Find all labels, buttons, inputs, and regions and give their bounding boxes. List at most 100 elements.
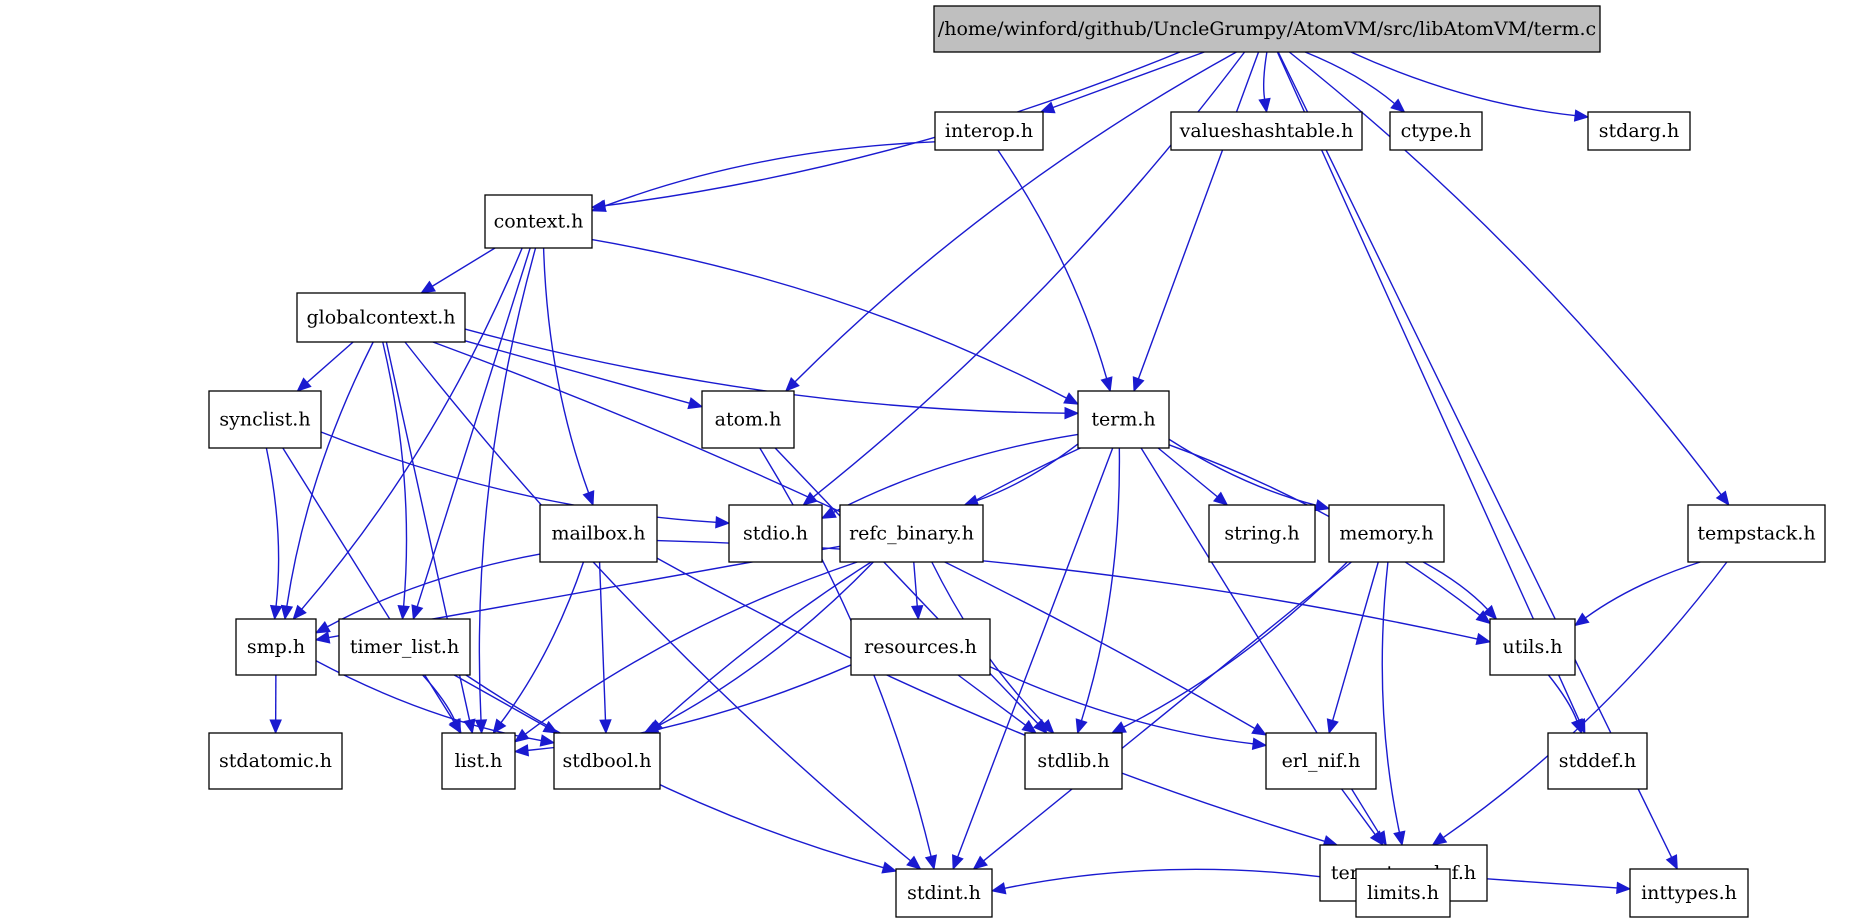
- edge-line: [500, 561, 585, 724]
- edge-term-to-memory: [1168, 438, 1331, 512]
- node-stdbool[interactable]: stdbool.h: [553, 732, 661, 790]
- node-timer-list[interactable]: timer_list.h: [338, 618, 471, 676]
- arrowhead-icon: [1715, 490, 1730, 507]
- edge-line: [1585, 561, 1701, 619]
- edge-memory-to-utils: [1422, 561, 1498, 620]
- arrowhead-icon: [269, 719, 282, 735]
- edge-refc_binary-to-list: [513, 561, 858, 743]
- edge-root-to-valueshashtable: [1258, 51, 1271, 114]
- node-stdio[interactable]: stdio.h: [728, 504, 823, 563]
- edge-line: [265, 447, 280, 607]
- arrowhead-icon: [1665, 854, 1678, 871]
- edge-line: [1442, 561, 1728, 839]
- node-label: tempstack.h: [1697, 523, 1815, 545]
- edge-term-to-string: [1157, 447, 1229, 506]
- edge-timer_list-to-list: [422, 674, 461, 735]
- arrowhead-icon: [1212, 491, 1229, 506]
- arrowhead-icon: [1132, 376, 1145, 393]
- arrowhead-icon: [463, 718, 476, 735]
- node-string[interactable]: string.h: [1208, 504, 1316, 563]
- edge-globalcontext-to-stdint: [404, 341, 922, 870]
- node-globalcontext[interactable]: globalcontext.h: [296, 292, 466, 343]
- node-label: context.h: [494, 211, 584, 233]
- arrowhead-icon: [924, 854, 938, 871]
- arrowhead-icon: [952, 854, 964, 871]
- node-stddef[interactable]: stddef.h: [1547, 732, 1648, 790]
- node-label: memory.h: [1339, 523, 1433, 545]
- node-smp[interactable]: smp.h: [235, 618, 317, 676]
- node-refc-binary[interactable]: refc_binary.h: [839, 504, 984, 563]
- edge-line: [1422, 561, 1489, 610]
- node-label: timer_list.h: [350, 636, 459, 658]
- arrowhead-icon: [1475, 632, 1492, 646]
- edge-line: [1168, 438, 1317, 507]
- edge-utils-to-stddef: [1547, 674, 1583, 735]
- arrowhead-icon: [411, 604, 424, 621]
- arrowhead-icon: [314, 631, 331, 644]
- arrowhead-icon: [269, 604, 283, 621]
- edge-line: [542, 247, 590, 494]
- arrowhead-icon: [1573, 109, 1590, 122]
- edge-term_typedef-to-stdint: [990, 868, 1321, 895]
- node-interop[interactable]: interop.h: [934, 111, 1044, 151]
- edge-smp-to-stdatomic: [269, 674, 282, 735]
- node-label: globalcontext.h: [306, 307, 455, 329]
- node-label: term.h: [1091, 409, 1155, 431]
- node-synclist[interactable]: synclist.h: [208, 390, 322, 449]
- edge-term-to-stdbool: [648, 447, 1081, 734]
- arrowhead-icon: [539, 734, 556, 747]
- node-label: valueshashtable.h: [1179, 120, 1354, 142]
- edge-line: [453, 674, 547, 728]
- node-mailbox[interactable]: mailbox.h: [539, 504, 658, 563]
- arrowhead-icon: [1258, 97, 1271, 114]
- node-label: synclist.h: [219, 409, 310, 431]
- node-ctype[interactable]: ctype.h: [1389, 111, 1483, 151]
- edge-line: [306, 341, 354, 383]
- node-label: list.h: [455, 750, 503, 772]
- edge-refc_binary-to-resources: [910, 561, 924, 621]
- node-stdlib[interactable]: stdlib.h: [1024, 732, 1123, 790]
- edge-line: [1262, 51, 1268, 100]
- node-limits[interactable]: limits.h: [1355, 868, 1451, 918]
- node-inttypes[interactable]: inttypes.h: [1629, 868, 1749, 918]
- node-stdarg[interactable]: stdarg.h: [1587, 111, 1691, 151]
- edge-line: [774, 447, 1039, 725]
- arrowhead-icon: [687, 397, 704, 410]
- edge-memory-to-stdlib: [1110, 561, 1348, 734]
- edge-tempstack-to-term_typedef: [1431, 561, 1728, 846]
- arrowhead-icon: [1573, 612, 1590, 627]
- edge-root-to-ctype: [1304, 51, 1406, 113]
- node-atom[interactable]: atom.h: [701, 390, 795, 449]
- edge-root-to-term: [1132, 51, 1260, 393]
- edge-line: [1137, 51, 1260, 380]
- node-tempstack[interactable]: tempstack.h: [1687, 504, 1826, 563]
- arrowhead-icon: [1393, 830, 1406, 847]
- node-label: stdint.h: [907, 882, 981, 904]
- edge-line: [604, 51, 1181, 207]
- node-list[interactable]: list.h: [441, 732, 516, 790]
- node-utils[interactable]: utils.h: [1489, 618, 1576, 676]
- arrowhead-icon: [1110, 721, 1127, 734]
- arrowhead-icon: [910, 605, 924, 621]
- node-resources[interactable]: resources.h: [850, 618, 991, 676]
- node-erl-nif[interactable]: erl_nif.h: [1265, 732, 1377, 790]
- edge-line: [524, 561, 858, 735]
- arrowhead-icon: [906, 855, 922, 870]
- node-memory[interactable]: memory.h: [1328, 504, 1445, 563]
- edge-line: [1080, 447, 1121, 721]
- edge-line: [1547, 674, 1578, 722]
- node-context[interactable]: context.h: [484, 194, 593, 249]
- edge-root-to-atom: [784, 51, 1237, 392]
- edge-term_typedef-to-inttypes: [1486, 878, 1632, 895]
- node-root[interactable]: /home/winford/github/UncleGrumpy/AtomVM/…: [933, 5, 1601, 53]
- node-label: string.h: [1224, 523, 1299, 545]
- node-valueshashtable[interactable]: valueshashtable.h: [1170, 111, 1363, 151]
- edge-root-to-interop: [1039, 51, 1205, 114]
- edge-line: [1350, 51, 1576, 117]
- node-term[interactable]: term.h: [1077, 390, 1170, 449]
- node-stdint[interactable]: stdint.h: [895, 868, 993, 918]
- arrowhead-icon: [1064, 406, 1080, 420]
- node-stdatomic[interactable]: stdatomic.h: [208, 732, 343, 790]
- edge-memory-to-term_typedef: [1381, 561, 1406, 847]
- arrowhead-icon: [1100, 376, 1113, 393]
